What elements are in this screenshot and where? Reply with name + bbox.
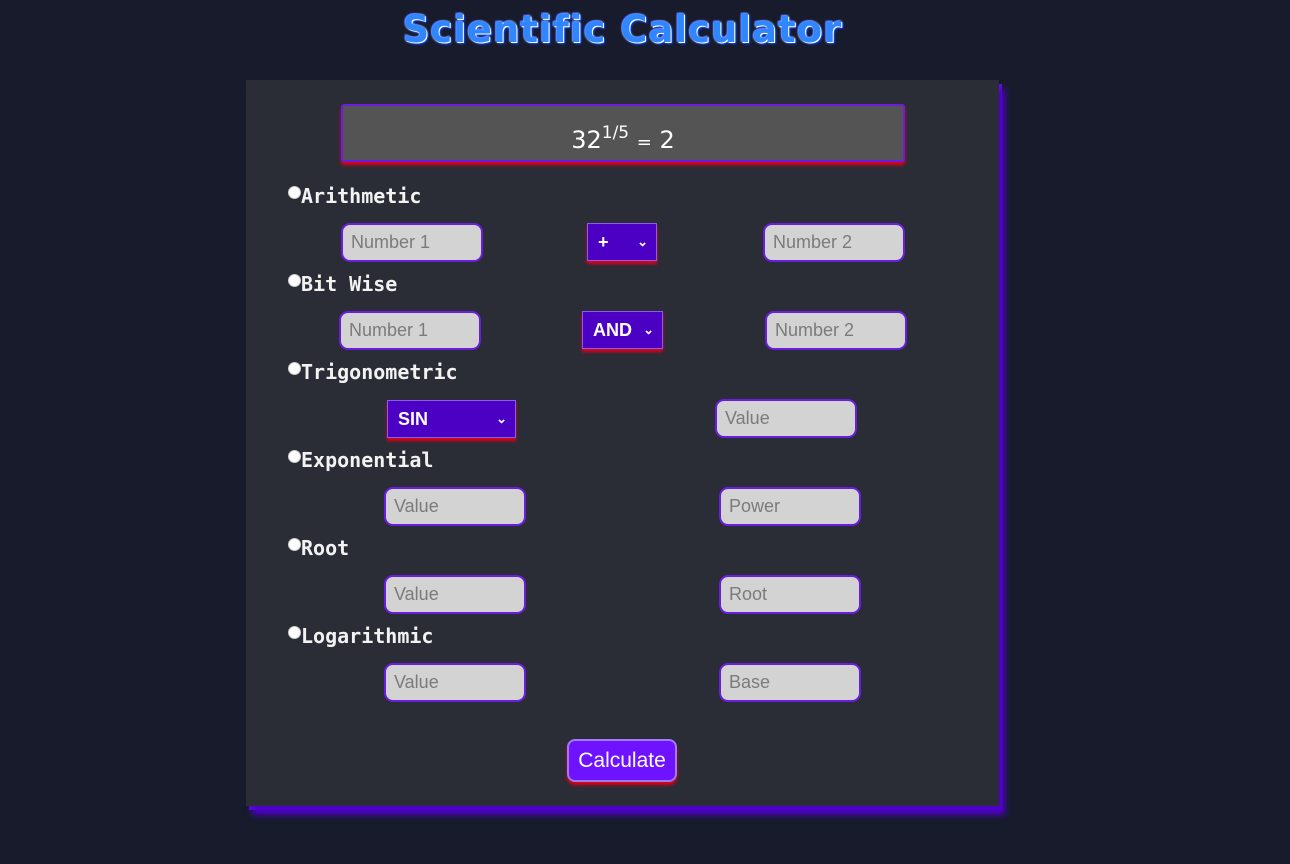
- logarithmic-label: Logarithmic: [301, 624, 434, 648]
- display-base: 32: [571, 126, 602, 154]
- chevron-down-icon: ⌄: [643, 322, 654, 337]
- section-root: Root: [288, 536, 349, 560]
- section-exponential: Exponential: [288, 448, 433, 472]
- result-display: 321/5 = 2: [341, 104, 905, 162]
- calculate-button[interactable]: Calculate: [567, 739, 677, 782]
- arithmetic-label: Arithmetic: [301, 184, 422, 208]
- arithmetic-radio[interactable]: [288, 186, 301, 199]
- page-title: Scientific Calculator: [402, 8, 843, 51]
- bitwise-number1-input[interactable]: [339, 311, 481, 350]
- root-root-input[interactable]: [719, 575, 861, 614]
- chevron-down-icon: ⌄: [496, 411, 507, 426]
- bitwise-operator-value: AND: [593, 320, 632, 340]
- section-bitwise: Bit Wise: [288, 272, 397, 296]
- trigonometric-radio[interactable]: [288, 362, 301, 375]
- arithmetic-number1-input[interactable]: [341, 223, 483, 262]
- logarithmic-radio[interactable]: [288, 626, 301, 639]
- exponential-value-input[interactable]: [384, 487, 526, 526]
- exponential-power-input[interactable]: [719, 487, 861, 526]
- trigonometric-function-select[interactable]: SIN ⌄: [387, 400, 516, 438]
- root-radio[interactable]: [288, 538, 301, 551]
- exponential-radio[interactable]: [288, 450, 301, 463]
- arithmetic-operator-value: +: [598, 232, 609, 252]
- trigonometric-function-value: SIN: [398, 409, 429, 429]
- arithmetic-number2-input[interactable]: [763, 223, 905, 262]
- display-equals: =: [636, 132, 652, 153]
- calculator-card: 321/5 = 2 Arithmetic + ⌄ Bit Wise AND ⌄ …: [246, 80, 999, 806]
- logarithmic-value-input[interactable]: [384, 663, 526, 702]
- bitwise-label: Bit Wise: [301, 272, 398, 296]
- display-result: 2: [659, 126, 675, 154]
- chevron-down-icon: ⌄: [637, 234, 648, 249]
- section-logarithmic: Logarithmic: [288, 624, 433, 648]
- trigonometric-value-input[interactable]: [715, 399, 857, 438]
- section-arithmetic: Arithmetic: [288, 184, 421, 208]
- trigonometric-label: Trigonometric: [301, 360, 458, 384]
- bitwise-number2-input[interactable]: [765, 311, 907, 350]
- root-label: Root: [301, 536, 350, 560]
- logarithmic-base-input[interactable]: [719, 663, 861, 702]
- root-value-input[interactable]: [384, 575, 526, 614]
- bitwise-radio[interactable]: [288, 274, 301, 287]
- display-exponent: 1/5: [601, 123, 630, 143]
- exponential-label: Exponential: [301, 448, 434, 472]
- bitwise-operator-select[interactable]: AND ⌄: [582, 311, 663, 349]
- section-trigonometric: Trigonometric: [288, 360, 458, 384]
- arithmetic-operator-select[interactable]: + ⌄: [587, 223, 657, 261]
